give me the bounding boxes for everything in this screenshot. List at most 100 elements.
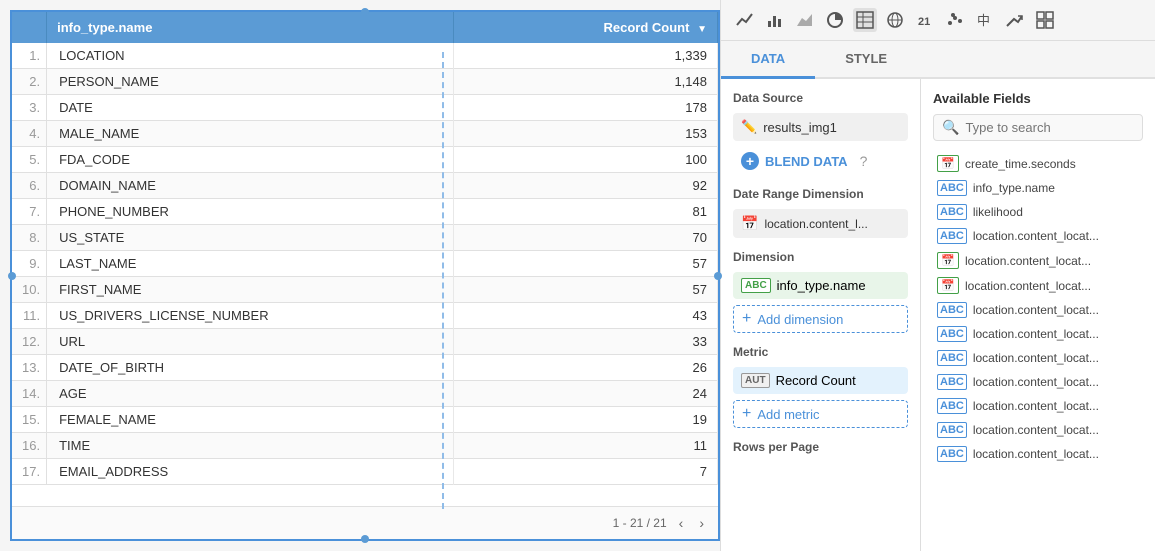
pagination-info: 1 - 21 / 21	[613, 516, 667, 530]
matrix-chart-icon[interactable]	[1033, 8, 1057, 32]
cell-count: 1,148	[454, 69, 718, 95]
resize-handle-right[interactable]	[714, 272, 722, 280]
field-item[interactable]: 📅 create_time.seconds	[933, 151, 1143, 176]
cell-count: 19	[454, 407, 718, 433]
field-item[interactable]: ABC location.content_locat...	[933, 442, 1143, 466]
add-metric-button[interactable]: + Add metric	[733, 400, 908, 428]
available-fields-title: Available Fields	[933, 91, 1143, 106]
field-name: likelihood	[973, 205, 1023, 219]
table-panel: info_type.name Record Count ▼ 1. LOCATIO…	[10, 10, 720, 541]
cell-count: 70	[454, 225, 718, 251]
line-chart-icon[interactable]	[733, 8, 757, 32]
resize-handle-top[interactable]	[361, 8, 369, 16]
search-box[interactable]: 🔍	[933, 114, 1143, 141]
cell-count: 11	[454, 433, 718, 459]
row-num: 2.	[12, 69, 47, 95]
table-row: 2. PERSON_NAME 1,148	[12, 69, 718, 95]
row-num: 10.	[12, 277, 47, 303]
dimension-value: info_type.name	[777, 278, 866, 293]
panel-tabs: DATA STYLE	[721, 41, 1155, 79]
table-row: 3. DATE 178	[12, 95, 718, 121]
pivot-chart-icon[interactable]: 中	[973, 8, 997, 32]
search-input[interactable]	[965, 120, 1134, 135]
field-item[interactable]: ABC info_type.name	[933, 176, 1143, 200]
field-item[interactable]: ABC location.content_locat...	[933, 370, 1143, 394]
chart-icons-bar: 21 中	[721, 0, 1155, 41]
cell-count: 57	[454, 277, 718, 303]
field-name: location.content_locat...	[973, 447, 1099, 461]
row-num: 17.	[12, 459, 47, 485]
fields-list: 📅 create_time.seconds ABC info_type.name…	[933, 151, 1143, 466]
data-source-name: results_img1	[763, 120, 900, 135]
field-name: location.content_locat...	[973, 351, 1099, 365]
table-row: 14. AGE 24	[12, 381, 718, 407]
field-item[interactable]: ABC location.content_locat...	[933, 322, 1143, 346]
dimension-label: Dimension	[733, 250, 908, 264]
cell-count: 178	[454, 95, 718, 121]
bar-chart-icon[interactable]	[763, 8, 787, 32]
field-type-icon: ABC	[937, 398, 967, 414]
cell-type: URL	[47, 329, 454, 355]
field-type-icon: ABC	[937, 228, 967, 244]
table-chart-icon[interactable]	[853, 8, 877, 32]
cell-type: PHONE_NUMBER	[47, 199, 454, 225]
metric-label: Metric	[733, 345, 908, 359]
row-num: 15.	[12, 407, 47, 433]
row-num: 5.	[12, 147, 47, 173]
cell-type: US_DRIVERS_LICENSE_NUMBER	[47, 303, 454, 329]
cell-type: EMAIL_ADDRESS	[47, 459, 454, 485]
field-item[interactable]: ABC location.content_locat...	[933, 224, 1143, 248]
search-icon: 🔍	[942, 119, 959, 136]
add-dimension-button[interactable]: + Add dimension	[733, 305, 908, 333]
panel-content: Data Source ✏️ results_img1 + BLEND DATA…	[721, 79, 1155, 551]
prev-page-button[interactable]: ‹	[675, 513, 688, 533]
field-type-icon: 📅	[937, 252, 959, 269]
svg-text:21: 21	[918, 16, 930, 28]
table-row: 17. EMAIL_ADDRESS 7	[12, 459, 718, 485]
field-item[interactable]: ABC location.content_locat...	[933, 394, 1143, 418]
field-item[interactable]: ABC location.content_locat...	[933, 346, 1143, 370]
field-item[interactable]: ABC location.content_locat...	[933, 418, 1143, 442]
field-item[interactable]: 📅 location.content_locat...	[933, 273, 1143, 298]
row-num: 8.	[12, 225, 47, 251]
row-num: 9.	[12, 251, 47, 277]
cell-count: 43	[454, 303, 718, 329]
scatter-chart-icon[interactable]	[943, 8, 967, 32]
blend-data-button[interactable]: + BLEND DATA	[733, 147, 856, 175]
field-type-icon: ABC	[937, 326, 967, 342]
row-num: 12.	[12, 329, 47, 355]
help-icon[interactable]: ?	[860, 153, 868, 169]
blend-plus-icon: +	[741, 152, 759, 170]
col-header-type[interactable]: info_type.name	[47, 12, 454, 43]
cell-count: 81	[454, 199, 718, 225]
table-row: 11. US_DRIVERS_LICENSE_NUMBER 43	[12, 303, 718, 329]
cell-type: FIRST_NAME	[47, 277, 454, 303]
table-row: 8. US_STATE 70	[12, 225, 718, 251]
calendar-icon: 📅	[741, 215, 758, 232]
field-name: location.content_locat...	[965, 279, 1091, 293]
next-page-button[interactable]: ›	[695, 513, 708, 533]
resize-handle-left[interactable]	[8, 272, 16, 280]
cell-type: LOCATION	[47, 43, 454, 69]
table-row: 13. DATE_OF_BIRTH 26	[12, 355, 718, 381]
field-item[interactable]: 📅 location.content_locat...	[933, 248, 1143, 273]
col-header-count[interactable]: Record Count ▼	[454, 12, 718, 43]
row-num: 7.	[12, 199, 47, 225]
tab-data[interactable]: DATA	[721, 41, 815, 79]
field-item[interactable]: ABC location.content_locat...	[933, 298, 1143, 322]
metric-box: AUT Record Count	[733, 367, 908, 394]
cell-count: 26	[454, 355, 718, 381]
number-chart-icon[interactable]: 21	[913, 8, 937, 32]
field-item[interactable]: ABC likelihood	[933, 200, 1143, 224]
trend-chart-icon[interactable]	[1003, 8, 1027, 32]
table-row: 6. DOMAIN_NAME 92	[12, 173, 718, 199]
resize-handle-bottom[interactable]	[361, 535, 369, 543]
area-chart-icon[interactable]	[793, 8, 817, 32]
data-table: info_type.name Record Count ▼ 1. LOCATIO…	[12, 12, 718, 485]
abc-badge-dimension: ABC	[741, 278, 771, 293]
sort-icon: ▼	[697, 24, 707, 35]
pie-chart-icon[interactable]	[823, 8, 847, 32]
geo-chart-icon[interactable]	[883, 8, 907, 32]
tab-style[interactable]: STYLE	[815, 41, 917, 79]
field-type-icon: ABC	[937, 204, 967, 220]
